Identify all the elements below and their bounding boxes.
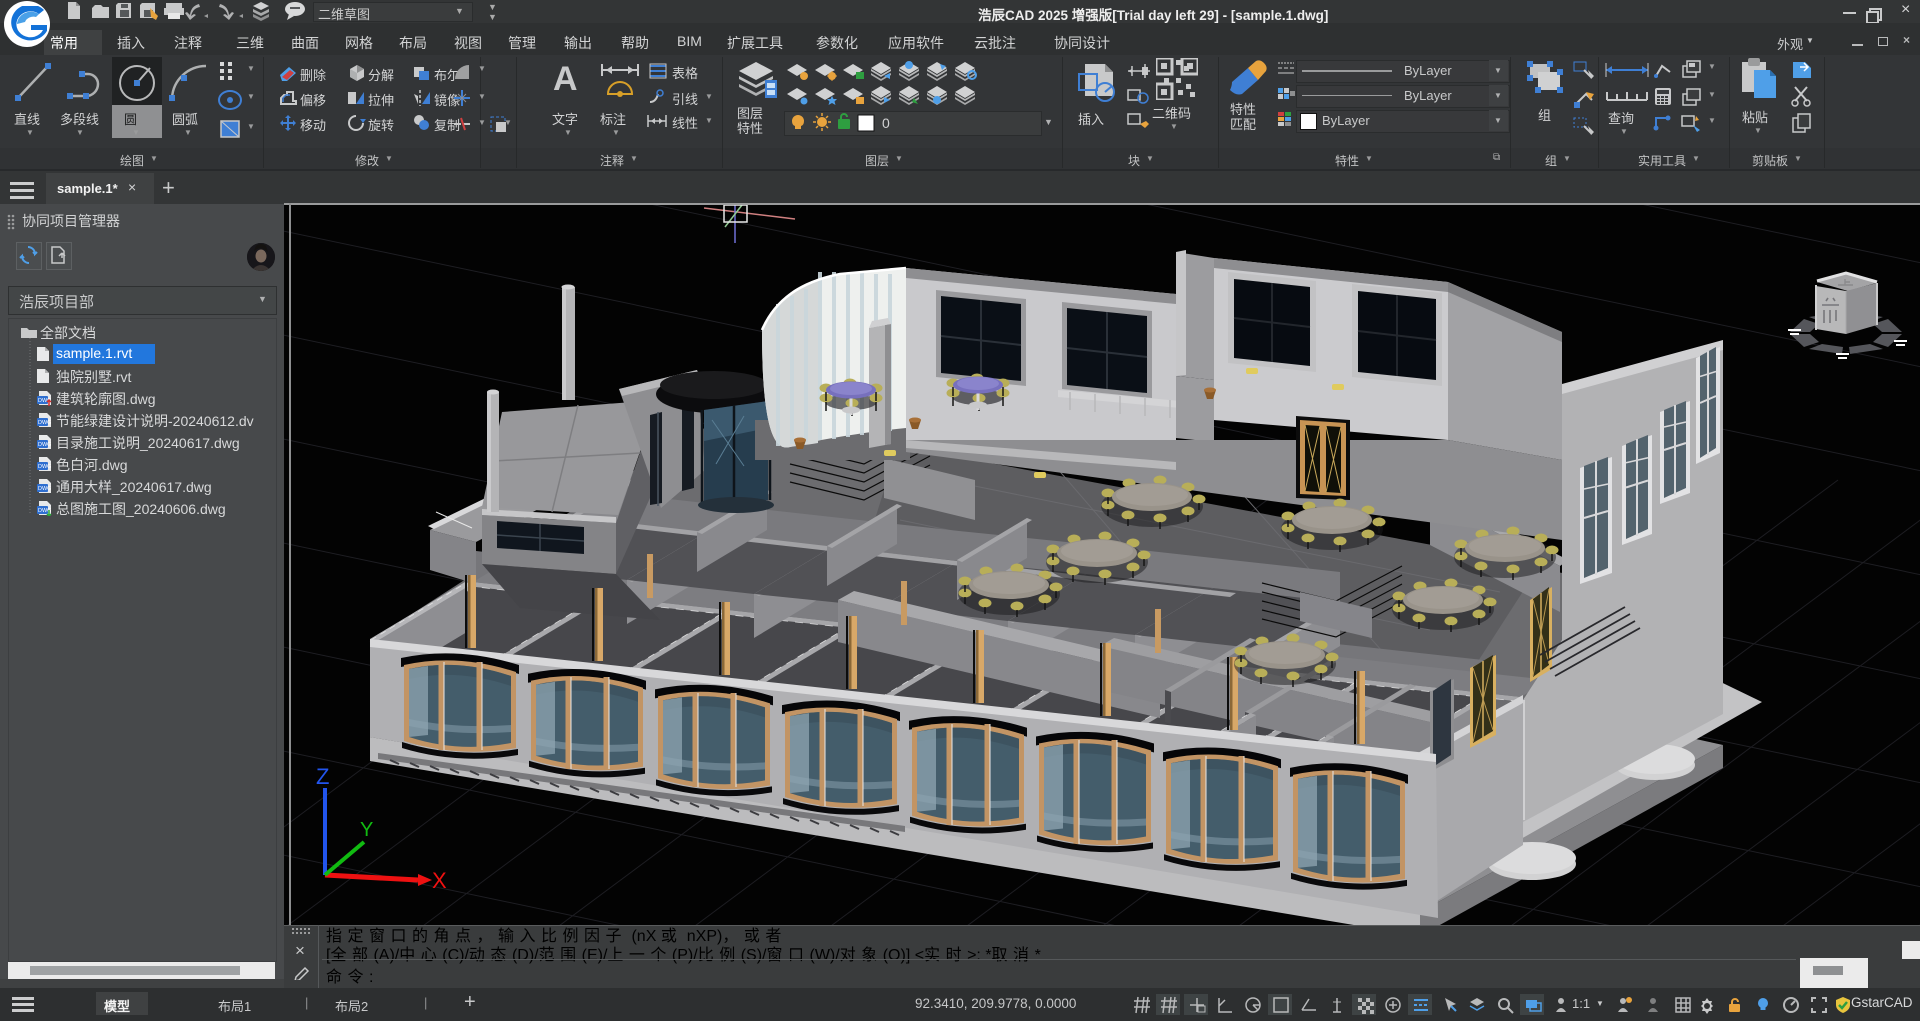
svg-text:Z: Z — [316, 764, 329, 789]
svg-text:DWG: DWG — [38, 420, 51, 426]
svg-text:DWG: DWG — [38, 442, 51, 448]
svg-text:DWG: DWG — [38, 464, 51, 470]
svg-text:Y: Y — [360, 819, 373, 841]
svg-text:DWG: DWG — [38, 486, 51, 492]
svg-text:X: X — [432, 868, 447, 893]
